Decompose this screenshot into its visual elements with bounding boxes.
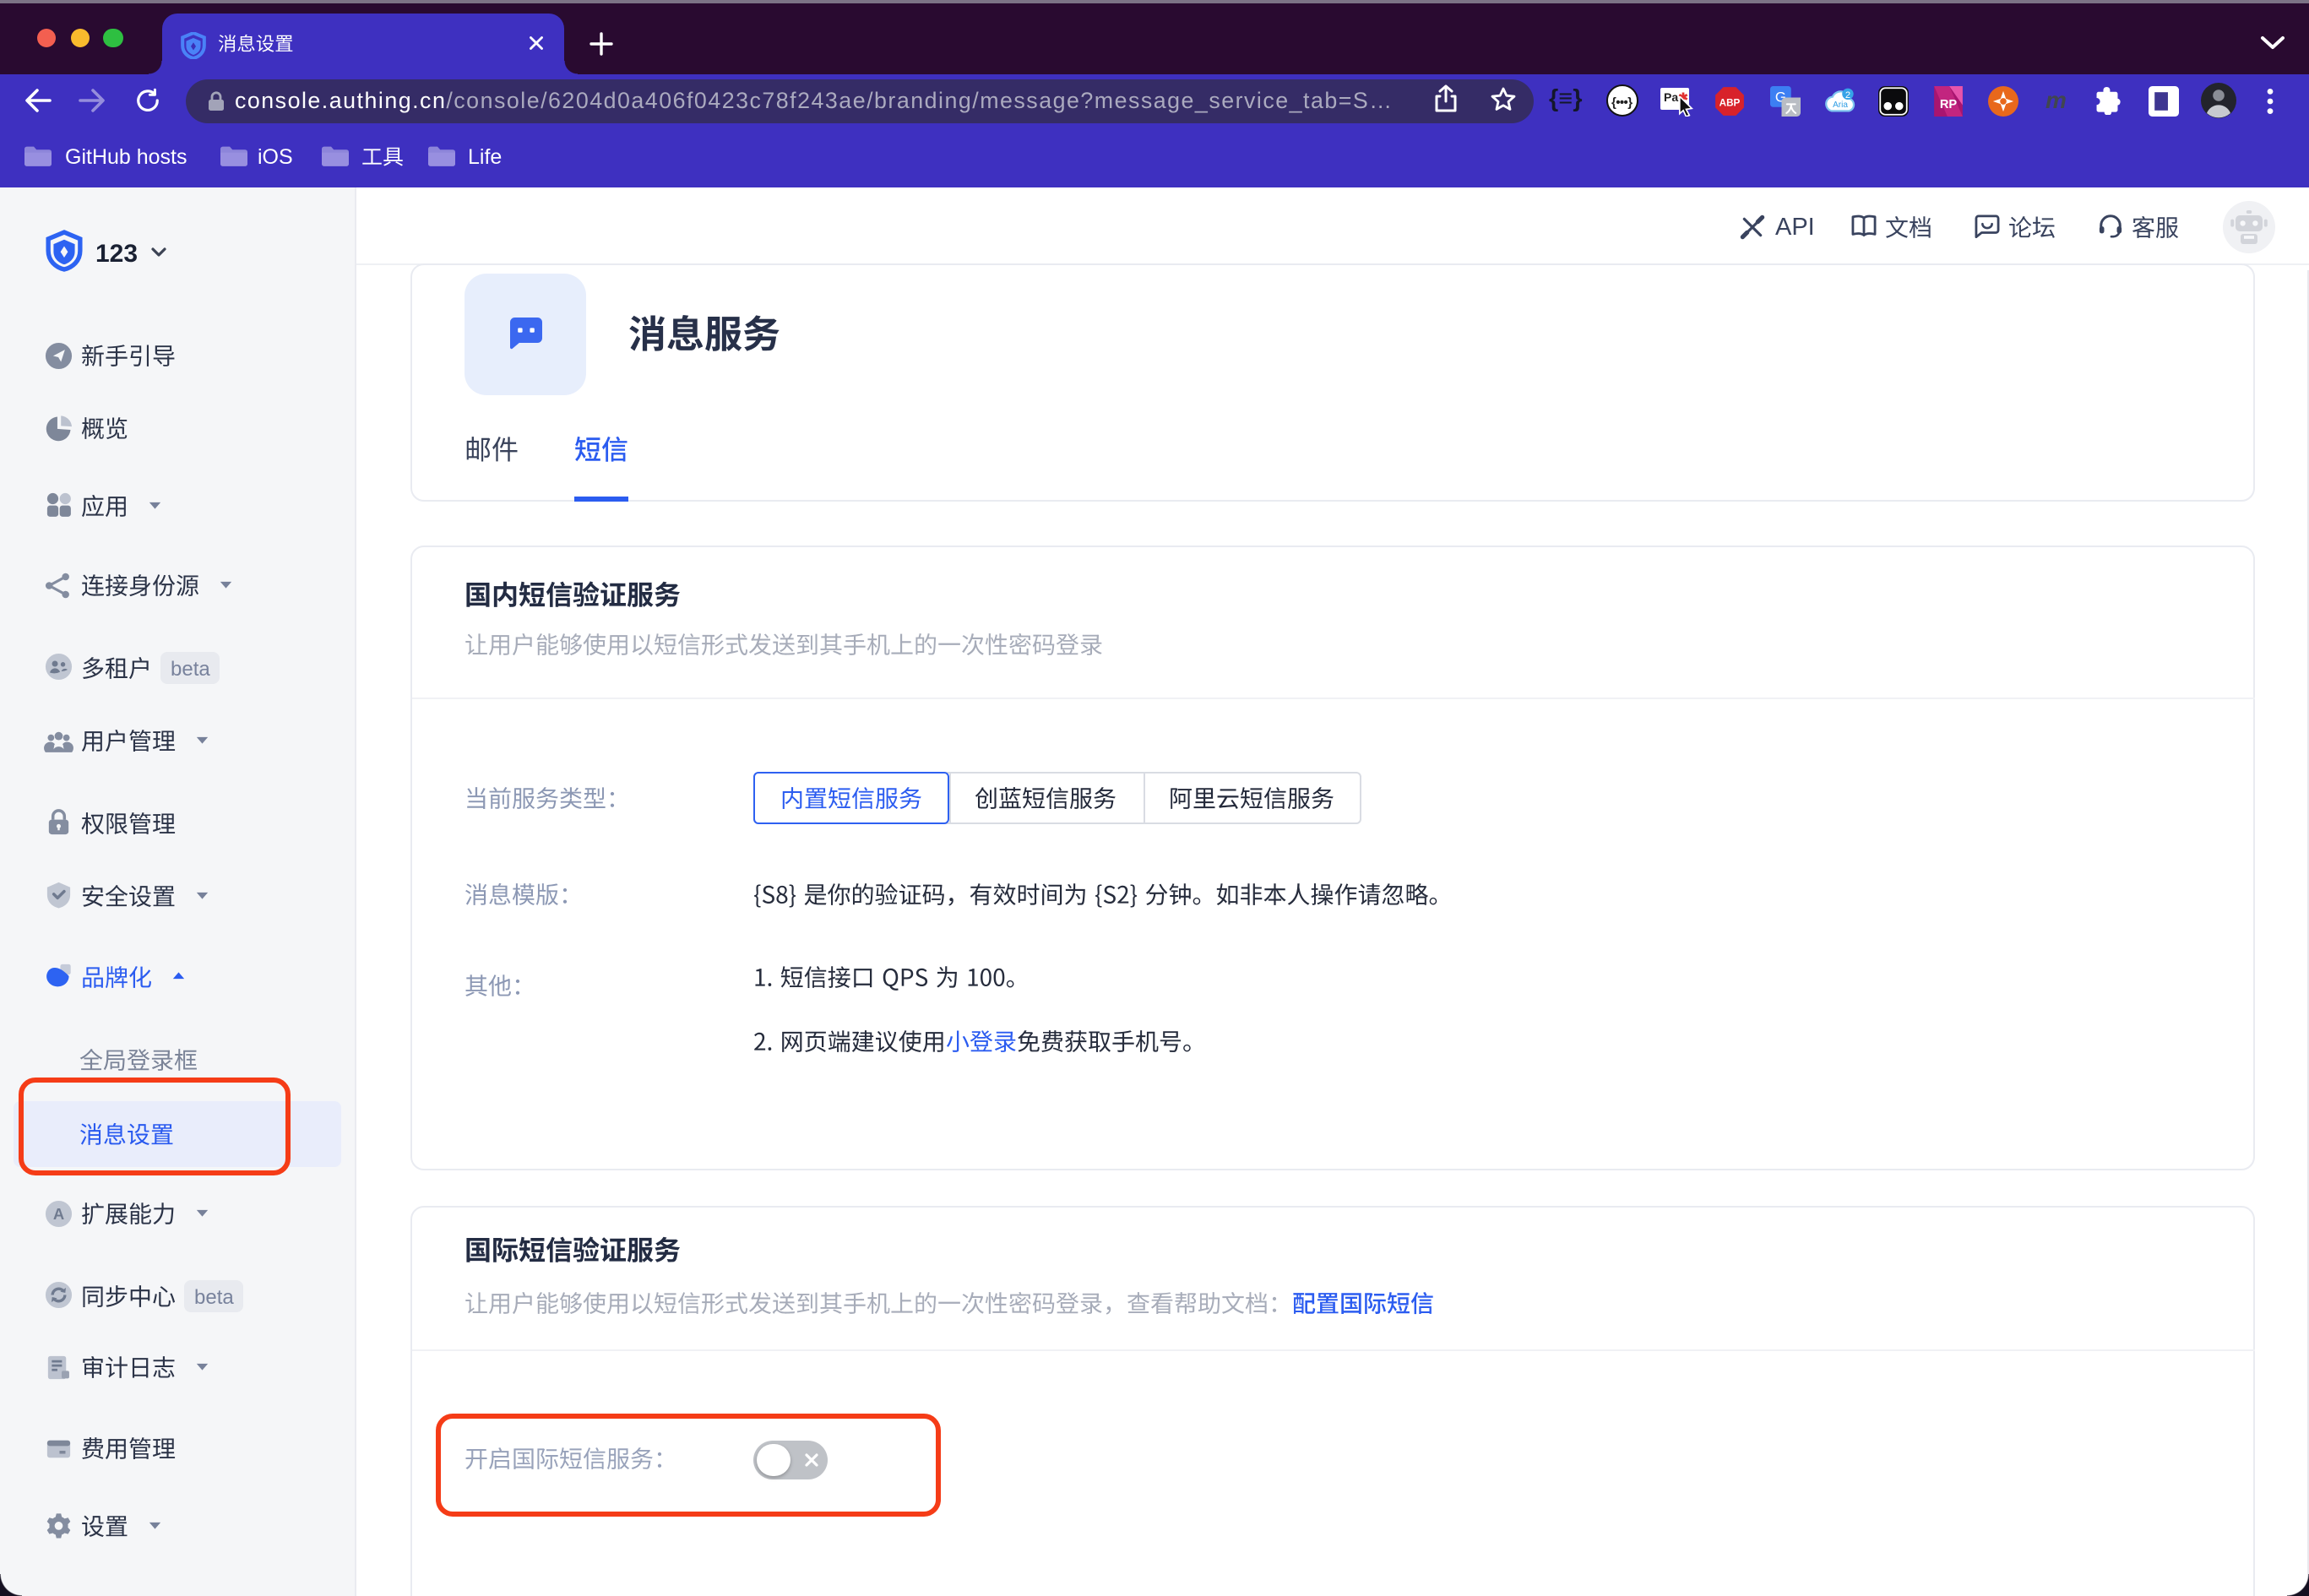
svg-text:A: A	[53, 1205, 64, 1223]
svg-text:2: 2	[1845, 90, 1850, 100]
svg-text:Aria: Aria	[1833, 100, 1848, 110]
svg-text:RP: RP	[1939, 97, 1957, 111]
svg-text:ABP: ABP	[1720, 97, 1741, 108]
